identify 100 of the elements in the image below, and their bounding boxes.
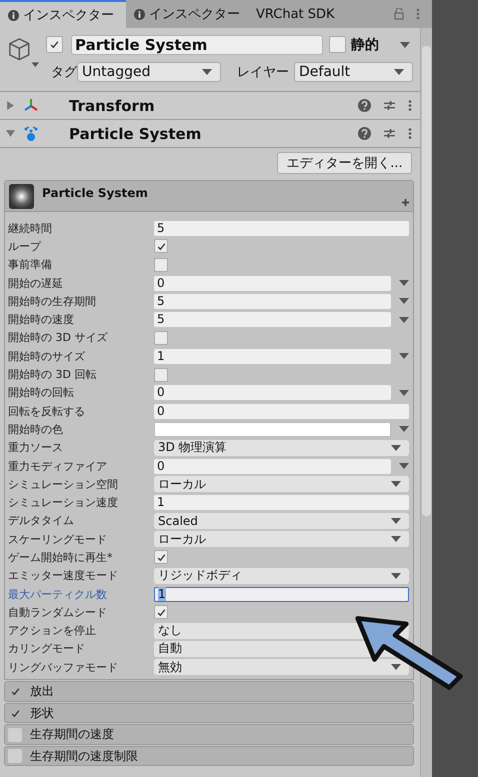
dropdown-icon: [391, 481, 401, 488]
dropdown-icon[interactable]: [399, 426, 409, 432]
check-icon: [156, 240, 166, 252]
checkbox[interactable]: [154, 330, 168, 345]
foldout-icon[interactable]: [6, 129, 15, 138]
property-label: カリングモード: [8, 641, 86, 656]
number-field[interactable]: 5: [154, 294, 391, 309]
inspector-tab[interactable]: VRChat SDK: [248, 0, 343, 28]
name-field[interactable]: Particle System: [71, 34, 323, 54]
dropdown[interactable]: 3D 物理演算: [154, 440, 409, 456]
property-label: 回転を反転する: [8, 404, 86, 419]
module-header[interactable]: Particle System: [5, 181, 413, 212]
tag-label: タグ: [51, 64, 77, 80]
property-label: 重力ソース: [8, 440, 64, 456]
property-label: 開始時の 3D 回転: [8, 367, 98, 382]
module-checkbox[interactable]: [8, 728, 22, 742]
check-icon: [10, 686, 20, 698]
dropdown[interactable]: ローカル: [154, 531, 409, 548]
dropdown-icon: [391, 536, 401, 542]
check-icon: [49, 39, 60, 50]
number-field[interactable]: 0: [154, 404, 409, 419]
open-editor-button[interactable]: エディターを開く...: [277, 152, 412, 174]
property-label: 開始時の色: [8, 422, 64, 437]
dropdown[interactable]: Scaled: [154, 512, 409, 529]
check-icon: [10, 708, 20, 719]
dropdown-icon: [391, 518, 401, 524]
dropdown-icon[interactable]: [399, 316, 409, 323]
static-checkbox[interactable]: [329, 36, 346, 53]
dropdown[interactable]: ローカル: [154, 476, 409, 492]
tag-dropdown[interactable]: Untagged: [77, 62, 221, 82]
module-row[interactable]: 放出: [4, 681, 414, 702]
more-icon[interactable]: [408, 127, 412, 140]
property-label: 最大パーティクル数: [8, 586, 108, 602]
dropdown[interactable]: 無効: [154, 659, 409, 676]
dropdown-icon: [391, 572, 401, 579]
axes-icon: [23, 98, 39, 114]
property-label: 開始時の速度: [8, 312, 75, 328]
foldout-icon[interactable]: [6, 101, 15, 110]
plus-icon[interactable]: [402, 199, 409, 206]
checkbox[interactable]: [154, 368, 168, 382]
dropdown-icon[interactable]: [399, 280, 409, 286]
dropdown[interactable]: リジッドボディ: [154, 568, 409, 584]
layer-dropdown[interactable]: Default: [294, 62, 413, 82]
dropdown-icon[interactable]: [399, 390, 409, 396]
number-field[interactable]: 1: [154, 586, 409, 602]
dropdown-icon[interactable]: [399, 298, 409, 304]
scrollbar[interactable]: [420, 28, 432, 777]
checkbox[interactable]: [154, 550, 168, 564]
property-label: スケーリングモード: [8, 532, 108, 547]
check-icon: [156, 552, 166, 563]
number-field[interactable]: 1: [154, 495, 409, 510]
active-checkbox[interactable]: [46, 36, 63, 53]
checkbox[interactable]: [154, 605, 168, 620]
number-field[interactable]: 5: [154, 312, 391, 328]
preset-icon[interactable]: [383, 99, 396, 112]
more-icon[interactable]: [408, 99, 412, 112]
property-label: シミュレーション速度: [8, 495, 119, 510]
dropdown-icon[interactable]: [400, 42, 410, 48]
particle-glow-icon: [9, 184, 34, 209]
dropdown-icon[interactable]: [399, 463, 409, 469]
cube-icon[interactable]: [8, 36, 40, 70]
property-label: 自動ランダムシード: [8, 604, 108, 620]
checkbox[interactable]: [154, 239, 168, 254]
dropdown-icon[interactable]: [399, 353, 409, 360]
number-field[interactable]: 0: [154, 385, 391, 400]
property-label: 開始時の 3D サイズ: [8, 330, 108, 346]
property-label: シミュレーション空間: [8, 476, 119, 492]
property-label: 開始時の生存期間: [8, 294, 97, 309]
particles-icon: [23, 126, 39, 142]
property-label: リングバッファモード: [8, 660, 119, 675]
inspector-tab[interactable]: インスペクター: [126, 0, 248, 28]
checkbox[interactable]: [154, 258, 168, 272]
property-label: エミッター速度モード: [8, 568, 119, 584]
module-row[interactable]: 生存期間の速度: [4, 724, 414, 745]
help-icon[interactable]: [358, 99, 371, 112]
property-label: ゲーム開始時に再生*: [8, 550, 114, 565]
static-label: 静的: [351, 36, 379, 54]
color-swatch[interactable]: [154, 422, 391, 437]
preset-icon[interactable]: [383, 127, 396, 140]
property-label: 重力モディファイア: [8, 458, 108, 474]
layer-label: レイヤー: [237, 64, 290, 80]
module-checkbox[interactable]: [8, 749, 22, 764]
inspector-tab[interactable]: インスペクター: [0, 0, 126, 28]
help-icon[interactable]: [358, 127, 371, 140]
module-row[interactable]: 生存期間の速度制限: [4, 746, 414, 766]
property-label: 開始時の回転: [8, 385, 75, 400]
property-label: 事前準備: [8, 257, 53, 272]
property-label: 継続時間: [8, 220, 53, 236]
number-field[interactable]: 0: [154, 458, 391, 474]
number-field[interactable]: 5: [154, 220, 409, 236]
property-label: ループ: [8, 238, 42, 254]
dropdown-icon: [202, 68, 212, 74]
dropdown-icon: [391, 444, 401, 451]
number-field[interactable]: 0: [154, 276, 391, 291]
dropdown-icon: [391, 664, 401, 670]
number-field[interactable]: 1: [154, 348, 391, 364]
module-row[interactable]: 形状: [4, 702, 414, 724]
more-icon[interactable]: [416, 8, 420, 20]
property-label: アクションを停止: [8, 623, 97, 638]
lock-icon[interactable]: [394, 8, 404, 20]
